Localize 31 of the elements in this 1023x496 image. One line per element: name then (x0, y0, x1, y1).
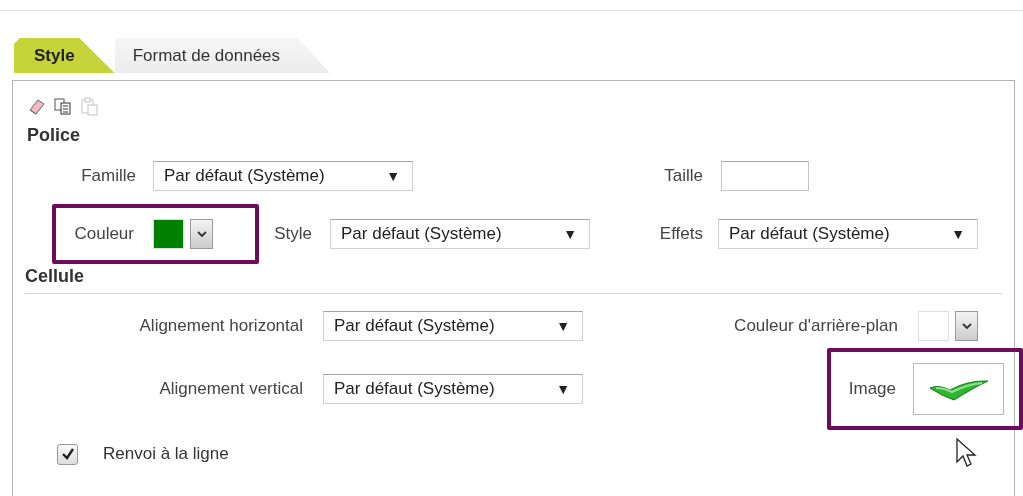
field-label: Couleur d'arrière-plan (734, 316, 898, 335)
checkmark-icon (60, 447, 75, 461)
dropdown[interactable]: Par défaut (Système) ▼ (323, 374, 583, 404)
section-heading: Police (27, 125, 82, 146)
dropdown[interactable]: Par défaut (Système) ▼ (153, 161, 413, 191)
checkbox-label: Renvoi à la ligne (103, 444, 229, 464)
dropdown[interactable]: Par défaut (Système) ▼ (330, 219, 590, 249)
color-swatch[interactable] (918, 311, 949, 341)
field-label: Alignement vertical (159, 379, 303, 398)
dropdown[interactable]: Par défaut (Système) ▼ (718, 219, 978, 249)
color-swatch[interactable] (153, 219, 184, 249)
section-heading: Cellule (25, 266, 86, 287)
tab[interactable]: Style (14, 38, 115, 73)
field-label: Taille (664, 166, 703, 185)
field-label: Style (274, 224, 312, 243)
field-label: Famille (81, 166, 136, 185)
tab[interactable]: Format de données (114, 38, 331, 73)
image-button[interactable] (913, 363, 1004, 415)
copy-icon[interactable] (53, 96, 73, 116)
input-field[interactable] (721, 161, 809, 191)
chevron-down-icon (960, 322, 973, 330)
field-label: Couleur (74, 224, 134, 243)
cursor-icon (956, 438, 978, 470)
field-label: Effets (659, 224, 703, 243)
dropdown[interactable]: Par défaut (Système) ▼ (323, 311, 583, 341)
field-label: Alignement horizontal (139, 316, 303, 335)
dropdown-button[interactable] (190, 219, 213, 249)
chevron-down-icon (195, 230, 208, 238)
field-label: Image (848, 379, 896, 398)
checkbox[interactable] (57, 443, 78, 465)
dropdown-button[interactable] (955, 311, 978, 341)
